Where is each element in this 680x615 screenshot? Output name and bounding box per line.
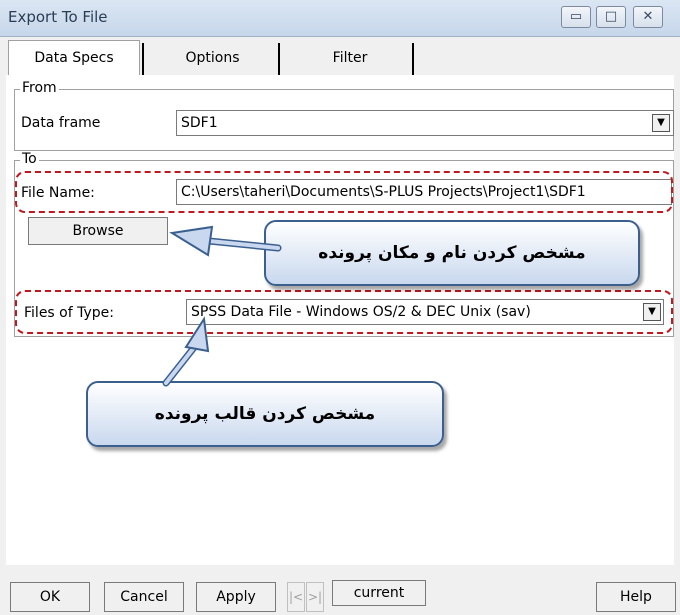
next-button-label: >| <box>307 590 323 604</box>
tab-filter[interactable]: Filter <box>285 44 415 74</box>
first-button[interactable]: |< <box>287 582 305 612</box>
annotation-arrows <box>162 225 282 387</box>
bottom-button-bar: OK Cancel Apply |< >| current Help <box>0 570 680 615</box>
apply-button[interactable]: Apply <box>196 582 276 612</box>
tab-label: Data Specs <box>34 50 114 66</box>
first-button-label: |< <box>288 590 304 604</box>
window-title: Export To File <box>8 8 108 26</box>
data-specs-panel: From Data frame SDF1 ▼ To File Name: C:\… <box>6 75 674 565</box>
close-button[interactable]: ✕ <box>633 6 663 28</box>
tab-options[interactable]: Options <box>150 44 275 74</box>
arrow-to-file-name <box>169 225 282 257</box>
export-dialog: Export To File ▭ □ ✕ Data Specs Options … <box>0 0 680 615</box>
cancel-button[interactable]: Cancel <box>104 582 184 612</box>
tab-data-specs[interactable]: Data Specs <box>8 40 140 77</box>
tab-divider <box>412 43 414 75</box>
help-button[interactable]: Help <box>596 582 676 612</box>
title-bar: Export To File ▭ □ ✕ <box>0 0 680 37</box>
arrow-to-files-of-type <box>162 316 210 387</box>
maximize-icon: □ <box>604 9 618 24</box>
tab-divider <box>278 43 280 75</box>
help-button-label: Help <box>620 589 652 605</box>
ok-button-label: OK <box>39 589 61 605</box>
apply-button-label: Apply <box>216 589 256 605</box>
minimize-button[interactable]: ▭ <box>561 6 591 28</box>
maximize-button[interactable]: □ <box>596 6 626 28</box>
current-field[interactable]: current <box>332 580 426 606</box>
minimize-icon: ▭ <box>569 9 583 24</box>
tab-label: Filter <box>332 50 368 66</box>
cancel-button-label: Cancel <box>120 589 168 605</box>
tab-divider <box>142 43 144 75</box>
close-icon: ✕ <box>642 9 654 24</box>
next-button[interactable]: >| <box>306 582 324 612</box>
tab-label: Options <box>185 50 240 66</box>
ok-button[interactable]: OK <box>10 582 90 612</box>
current-field-value: current <box>353 585 405 601</box>
